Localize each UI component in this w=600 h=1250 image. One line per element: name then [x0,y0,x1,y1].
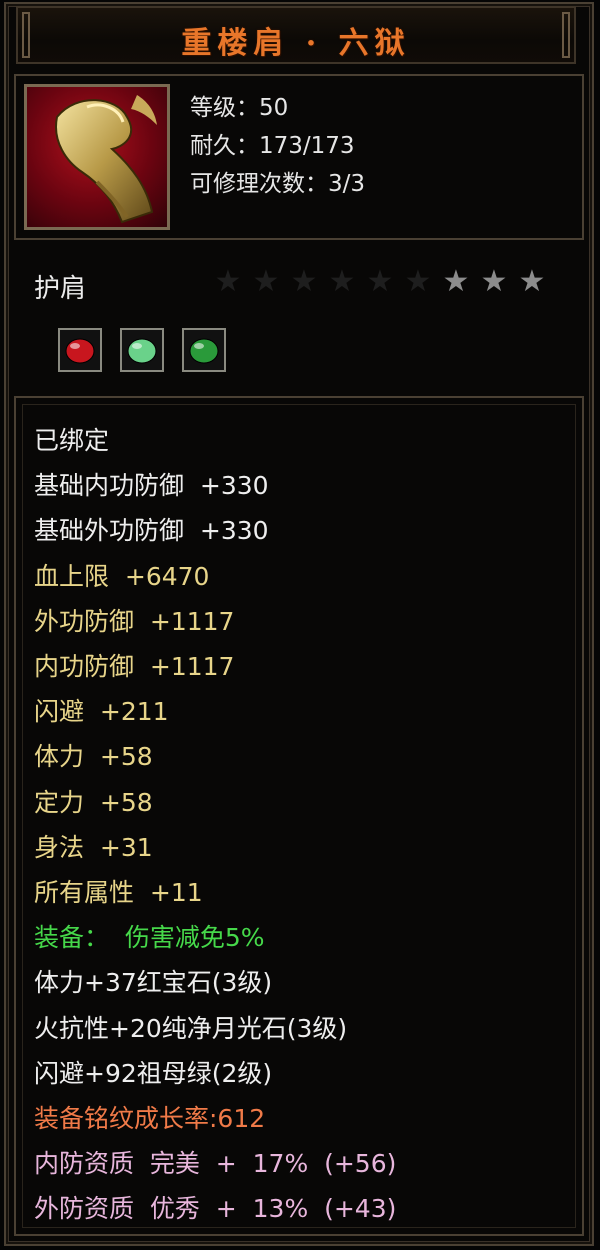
attribute-line: 内功防御 +1117 [34,652,235,681]
attribute-line: 外防资质 优秀 + 13% (+43) [34,1194,397,1224]
attribute-line: 火抗性+20纯净月光石(3级) [34,1013,348,1043]
title-bar: 重楼肩 · 六狱 [16,6,576,64]
star-rating: ★ ★ ★ ★ ★ ★ ★ ★ ★ [212,264,548,300]
attribute-line: 内防资质 完美 + 17% (+56) [34,1149,397,1179]
attribute-line: 闪避+92祖母绿(2级) [34,1058,273,1088]
attribute-line: 所有属性 +11 [34,878,203,907]
attribute-line: 身法 +31 [34,832,153,862]
attribute-line: 基础内功防御 +330 [34,471,269,501]
moonstone-gem-icon[interactable] [120,328,164,372]
star-icon-filled: ★ [442,264,470,299]
attribute-line: 装备： 伤害减免5% [34,923,265,953]
star-icon-empty: ★ [214,264,242,299]
emerald-gem-icon[interactable] [182,328,226,372]
attribute-line: 体力 +58 [34,742,153,772]
star-icon-empty: ★ [328,264,356,299]
shoulder-armor-icon [24,84,170,230]
repair-count-stat: 可修理次数：3/3 [190,171,366,197]
attribute-line: 基础外功防御 +330 [34,516,269,546]
item-name: 重楼肩 · 六狱 [181,26,411,61]
attribute-line: 外功防御 +1117 [34,606,235,636]
star-icon-empty: ★ [366,264,394,299]
item-info-panel: 等级：50 耐久：173/173 可修理次数：3/3 [14,74,584,240]
attribute-line: 闪避 +211 [34,697,169,727]
star-icon-empty: ★ [290,264,318,299]
durability-stat: 耐久：173/173 [190,133,355,159]
star-icon-empty: ★ [404,264,432,299]
star-icon-filled: ★ [518,264,546,299]
red-ruby-gem-icon[interactable] [58,328,102,372]
attribute-line: 血上限 +6470 [34,561,210,591]
attribute-line: 定力 +58 [34,787,153,817]
star-icon-empty: ★ [252,264,280,299]
level-stat: 等级：50 [190,95,289,121]
attribute-line: 体力+37红宝石(3级) [34,968,273,998]
attribute-line: 装备铭纹成长率:612 [34,1104,266,1133]
attribute-line: 已绑定 [34,426,110,455]
star-icon-filled: ★ [480,264,508,299]
item-type: 护肩 [34,274,87,304]
